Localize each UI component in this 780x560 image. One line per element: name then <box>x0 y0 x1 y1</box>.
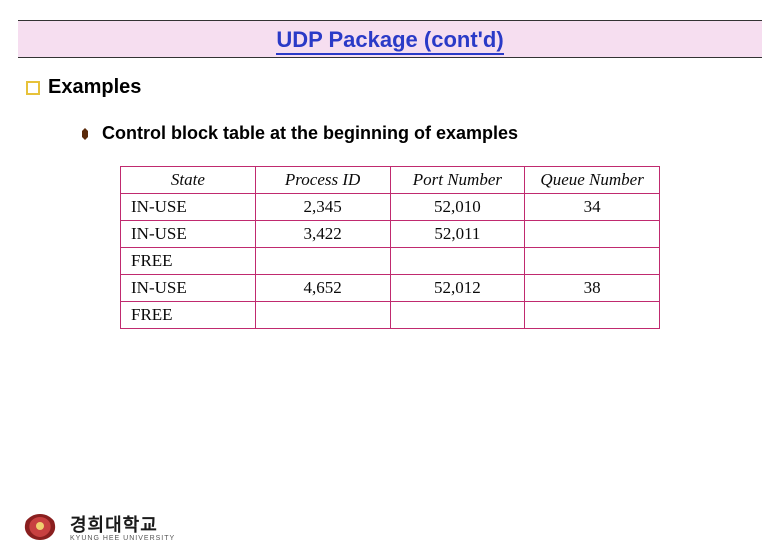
logo-english: KYUNG HEE UNIVERSITY <box>70 535 175 542</box>
cell-state: FREE <box>121 248 256 275</box>
cell-state: FREE <box>121 302 256 329</box>
col-pid: Process ID <box>255 167 390 194</box>
cell-state: IN-USE <box>121 194 256 221</box>
table-row: IN-USE 2,345 52,010 34 <box>121 194 660 221</box>
cell-pid: 4,652 <box>255 275 390 302</box>
table-row: IN-USE 3,422 52,011 <box>121 221 660 248</box>
cell-queue <box>525 248 660 275</box>
cell-state: IN-USE <box>121 221 256 248</box>
col-state: State <box>121 167 256 194</box>
cell-state: IN-USE <box>121 275 256 302</box>
logo-korean: 경희대학교 <box>70 511 175 537</box>
cell-port: 52,012 <box>390 275 525 302</box>
diamond-bullet-icon <box>78 127 92 141</box>
control-block-table-wrap: State Process ID Port Number Queue Numbe… <box>120 166 660 329</box>
crest-icon <box>20 512 60 542</box>
cell-queue: 34 <box>525 194 660 221</box>
bullet-text: Examples <box>48 76 141 99</box>
title-bar: UDP Package (cont'd) <box>18 20 762 58</box>
table-row: FREE <box>121 302 660 329</box>
cell-pid <box>255 248 390 275</box>
university-logo: 경희대학교 KYUNG HEE UNIVERSITY <box>20 511 175 542</box>
cell-port <box>390 248 525 275</box>
cell-pid: 2,345 <box>255 194 390 221</box>
table-header-row: State Process ID Port Number Queue Numbe… <box>121 167 660 194</box>
bullet-examples: Examples <box>26 76 754 99</box>
table-row: FREE <box>121 248 660 275</box>
col-port: Port Number <box>390 167 525 194</box>
cell-queue: 38 <box>525 275 660 302</box>
cell-port: 52,011 <box>390 221 525 248</box>
cell-queue <box>525 221 660 248</box>
table-row: IN-USE 4,652 52,012 38 <box>121 275 660 302</box>
cell-queue <box>525 302 660 329</box>
cell-port <box>390 302 525 329</box>
content-area: Examples Control block table at the begi… <box>0 58 780 329</box>
cell-port: 52,010 <box>390 194 525 221</box>
control-block-table: State Process ID Port Number Queue Numbe… <box>120 166 660 329</box>
sub-bullet-text: Control block table at the beginning of … <box>102 123 518 144</box>
cell-pid <box>255 302 390 329</box>
cell-pid: 3,422 <box>255 221 390 248</box>
col-queue: Queue Number <box>525 167 660 194</box>
square-bullet-icon <box>26 81 40 95</box>
logo-text: 경희대학교 KYUNG HEE UNIVERSITY <box>70 511 175 542</box>
sub-bullet-control-block: Control block table at the beginning of … <box>78 123 754 144</box>
slide-title: UDP Package (cont'd) <box>276 27 503 53</box>
